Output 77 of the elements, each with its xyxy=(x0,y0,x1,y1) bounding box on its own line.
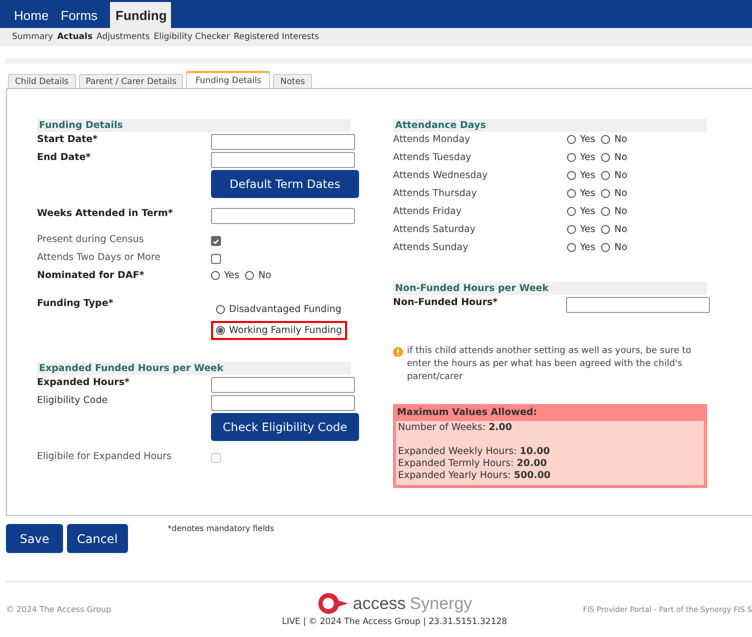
checkbox[interactable] xyxy=(211,236,221,246)
version-text: LIVE | © 2024 The Access Group | 23.31.5151.32128 xyxy=(282,617,508,627)
field-label: End Date* xyxy=(37,152,92,163)
radio-option[interactable]: Disadvantaged Funding xyxy=(211,300,348,319)
radio-option[interactable]: No xyxy=(601,134,628,145)
logo-text: access xyxy=(352,594,406,614)
max-value-line: Expanded Termly Hours: 20.00 xyxy=(398,458,548,470)
sub-nav-link[interactable]: Actuals xyxy=(57,32,93,42)
radio-option[interactable]: No xyxy=(601,170,628,181)
field-label: Attends Monday xyxy=(393,134,472,145)
field-label: Nominated for DAF* xyxy=(37,270,146,281)
panel-title: Maximum Values Allowed: xyxy=(396,406,538,420)
radio-option[interactable]: No xyxy=(601,152,628,163)
radio-option[interactable]: No xyxy=(601,224,628,235)
field-label: Attends Sunday xyxy=(393,242,470,253)
field-label: Eligibile for Expanded Hours xyxy=(37,451,172,462)
radio-option[interactable]: Yes xyxy=(567,206,596,217)
field-label: Eligibility Code xyxy=(37,395,109,406)
field-label: Attends Tuesday xyxy=(393,152,472,163)
mandatory-note: *denotes mandatory fields xyxy=(168,524,274,533)
input-field[interactable] xyxy=(211,377,355,393)
field-label: Funding Type* xyxy=(37,298,114,309)
form-tab[interactable]: Funding Details xyxy=(186,71,270,88)
radio-option[interactable]: Yes xyxy=(567,224,596,235)
radio-option[interactable]: Yes xyxy=(567,188,596,199)
radio-option[interactable]: Yes xyxy=(567,242,596,253)
max-value-line: Expanded Yearly Hours: 500.00 xyxy=(398,470,552,482)
radio-option[interactable]: No xyxy=(245,270,272,281)
field-label: Weeks Attended in Term* xyxy=(37,208,174,219)
checkbox[interactable] xyxy=(211,254,221,264)
warning-icon xyxy=(393,347,403,357)
max-value-line: Expanded Weekly Hours: 10.00 xyxy=(398,446,551,458)
field-label: Non-Funded Hours* xyxy=(393,297,499,308)
form-tab[interactable]: Notes xyxy=(273,74,312,88)
field-label: Start Date* xyxy=(37,134,99,145)
radio-option[interactable]: Yes xyxy=(567,134,596,145)
field-label: Attends Wednesday xyxy=(393,170,489,181)
nav-tab[interactable]: Home xyxy=(8,4,55,28)
radio-option[interactable]: No xyxy=(601,206,628,217)
form-tab[interactable]: Parent / Carer Details xyxy=(78,74,184,88)
action-button[interactable]: Check Eligibility Code xyxy=(211,413,359,441)
radio-option[interactable]: No xyxy=(601,242,628,253)
logo-text: Synergy xyxy=(410,594,472,614)
action-button[interactable]: Cancel xyxy=(67,524,128,553)
logo-icon xyxy=(316,592,349,615)
radio-option[interactable]: Working Family Funding xyxy=(211,321,348,340)
nav-tab[interactable]: Forms xyxy=(54,4,104,28)
radio-option[interactable]: No xyxy=(601,188,628,199)
field-label: Attends Two Days or More xyxy=(37,252,162,263)
copyright-text: © 2024 The Access Group xyxy=(6,605,112,614)
radio-option[interactable]: Yes xyxy=(567,170,596,181)
field-label: Attends Friday xyxy=(393,206,462,217)
section-heading: Funding Details xyxy=(37,119,351,132)
action-button[interactable]: Default Term Dates xyxy=(211,170,359,198)
section-heading: Non-Funded Hours per Week xyxy=(393,282,707,295)
sub-nav-link[interactable]: Summary xyxy=(12,32,54,42)
field-label: Attends Thursday xyxy=(393,188,478,199)
sub-nav-link[interactable]: Adjustments xyxy=(96,32,150,42)
max-value-line: Number of Weeks: 2.00 xyxy=(398,422,514,434)
field-label: Expanded Hours* xyxy=(37,377,130,388)
input-field[interactable] xyxy=(211,208,355,224)
section-heading: Attendance Days xyxy=(393,119,707,132)
input-field[interactable] xyxy=(211,134,355,150)
field-label: Present during Census xyxy=(37,234,145,245)
info-note: if this child attends another setting as well as yours, be sure to enter the hours as per what has been agreed with the child's parent/carer xyxy=(407,345,692,384)
radio-option[interactable]: Yes xyxy=(211,270,240,281)
radio-option[interactable]: Yes xyxy=(567,152,596,163)
input-field[interactable] xyxy=(211,395,355,411)
form-tab[interactable]: Child Details xyxy=(8,74,76,88)
nav-tab[interactable]: Funding xyxy=(110,2,171,28)
input-field[interactable] xyxy=(211,152,355,168)
section-heading: Expanded Funded Hours per Week xyxy=(37,362,351,375)
input-field[interactable] xyxy=(566,297,710,313)
sub-nav-link[interactable]: Registered Interests xyxy=(234,32,320,42)
action-button[interactable]: Save xyxy=(6,524,63,553)
sub-nav-link[interactable]: Eligibility Checker xyxy=(154,32,230,42)
field-label: Attends Saturday xyxy=(393,224,476,235)
